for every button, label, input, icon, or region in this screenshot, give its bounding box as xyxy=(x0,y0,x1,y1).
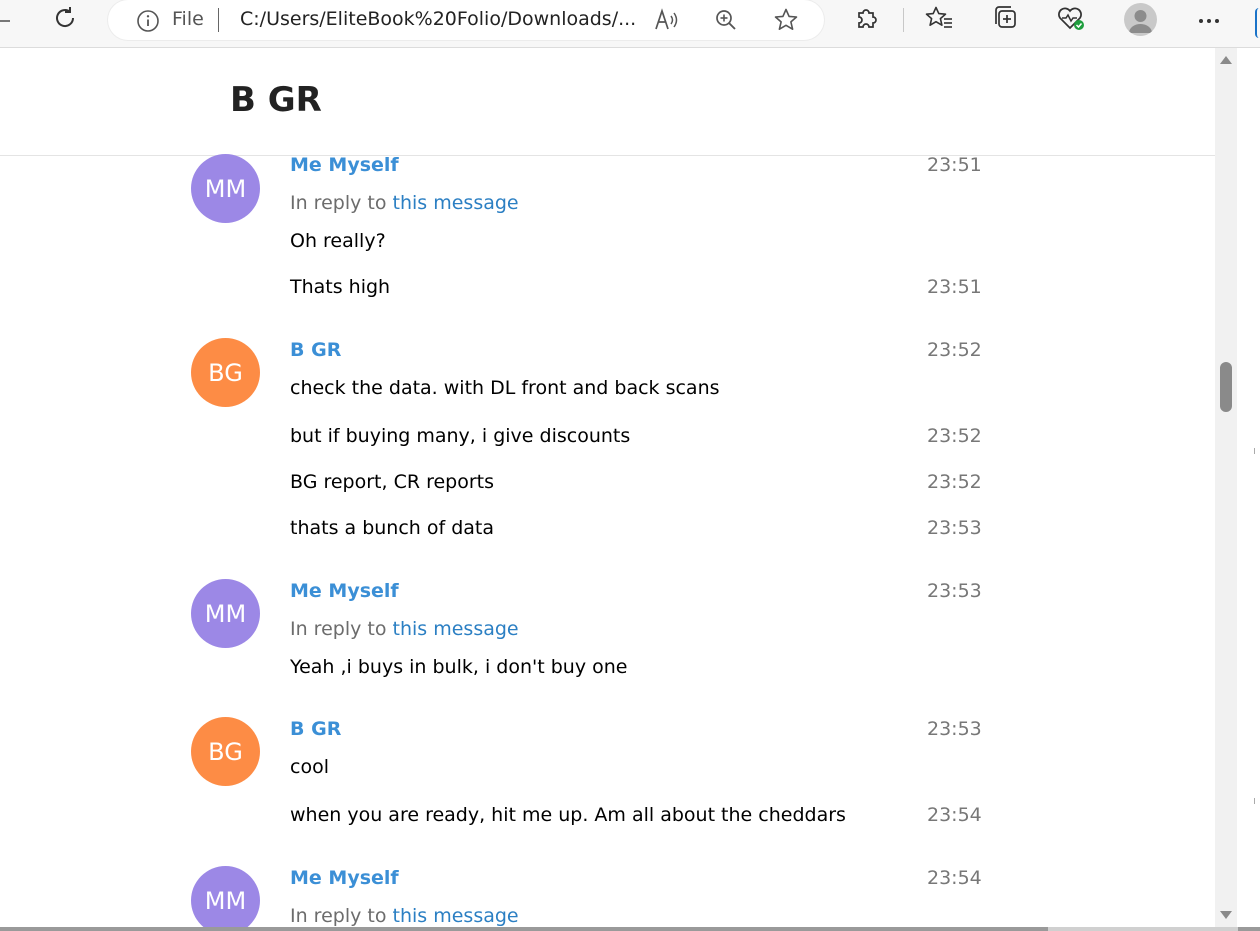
message-time: 23:54 xyxy=(927,804,982,826)
reply-link[interactable]: this message xyxy=(393,618,519,640)
extensions-icon xyxy=(854,5,880,35)
page-content: B GR MM Me Myself 23:51 In reply to this… xyxy=(0,48,1215,927)
chat-header: B GR xyxy=(0,48,1215,156)
sender-name[interactable]: Me Myself xyxy=(290,580,399,602)
scheme-label: File xyxy=(172,8,204,30)
refresh-button[interactable] xyxy=(48,6,82,34)
url-text[interactable]: C:/Users/EliteBook%20Folio/Downloads/... xyxy=(240,8,636,30)
browser-essentials-icon xyxy=(1056,4,1086,36)
extensions-button[interactable] xyxy=(850,6,884,34)
collections-icon xyxy=(991,4,1019,36)
sender-name[interactable]: B GR xyxy=(290,718,341,740)
collections-button[interactable] xyxy=(988,6,1022,34)
avatar: MM xyxy=(191,154,260,223)
zoom-icon[interactable] xyxy=(712,7,740,33)
page-title: B GR xyxy=(230,80,322,120)
favorites-button[interactable] xyxy=(922,6,956,34)
message-time: 23:52 xyxy=(927,339,982,361)
gutter-mark xyxy=(1254,798,1255,804)
reply-prefix: In reply to xyxy=(290,192,387,214)
avatar: BG xyxy=(191,338,260,407)
favorite-star-icon[interactable] xyxy=(772,7,800,33)
favorites-icon xyxy=(925,5,953,35)
browser-toolbar: File C:/Users/EliteBook%20Folio/Download… xyxy=(0,0,1260,48)
more-button[interactable] xyxy=(1192,6,1226,34)
scroll-down-arrow-icon[interactable] xyxy=(1220,911,1232,919)
message-time: 23:53 xyxy=(927,517,982,539)
message-time: 23:53 xyxy=(927,718,982,740)
message-text: Yeah ,i buys in bulk, i don't buy one xyxy=(290,656,628,678)
sender-name[interactable]: B GR xyxy=(290,339,341,361)
message-time: 23:53 xyxy=(927,580,982,602)
avatar: MM xyxy=(191,866,260,927)
message-text: Oh really? xyxy=(290,230,386,252)
profile-icon xyxy=(1124,10,1157,36)
message-text: when you are ready, hit me up. Am all ab… xyxy=(290,804,846,826)
sender-name[interactable]: Me Myself xyxy=(290,867,399,889)
message-time: 23:52 xyxy=(927,471,982,493)
scroll-up-arrow-icon[interactable] xyxy=(1220,56,1232,64)
reply-reference: In reply to this message xyxy=(290,618,519,640)
reply-link[interactable]: this message xyxy=(393,905,519,927)
reply-prefix: In reply to xyxy=(290,618,387,640)
reply-link[interactable]: this message xyxy=(393,192,519,214)
browser-essentials-button[interactable] xyxy=(1054,6,1088,34)
right-gutter xyxy=(1237,48,1260,927)
horizontal-scroll-track xyxy=(1048,927,1238,931)
message-text: cool xyxy=(290,756,329,778)
horizontal-scrollbar[interactable] xyxy=(0,927,1260,931)
reply-reference: In reply to this message xyxy=(290,192,519,214)
avatar: MM xyxy=(191,579,260,648)
sender-name[interactable]: Me Myself xyxy=(290,154,399,176)
reply-prefix: In reply to xyxy=(290,905,387,927)
message-text: thats a bunch of data xyxy=(290,517,495,539)
toolbar-divider xyxy=(903,8,904,32)
message-text: BG report, CR reports xyxy=(290,471,495,493)
address-bar[interactable]: File C:/Users/EliteBook%20Folio/Download… xyxy=(108,0,824,40)
vertical-scrollbar[interactable] xyxy=(1215,48,1237,927)
message-text: check the data. with DL front and back s… xyxy=(290,377,720,399)
profile-button[interactable] xyxy=(1124,3,1157,36)
avatar: BG xyxy=(191,717,260,786)
gutter-mark xyxy=(1254,448,1255,454)
message-time: 23:51 xyxy=(927,276,982,298)
message-text: but if buying many, i give discounts xyxy=(290,425,631,447)
back-button-edge[interactable] xyxy=(0,20,10,22)
message-time: 23:54 xyxy=(927,867,982,889)
message-text: Thats high xyxy=(290,276,391,298)
scroll-thumb[interactable] xyxy=(1220,362,1232,412)
reply-reference: In reply to this message xyxy=(290,905,519,927)
message-time: 23:52 xyxy=(927,425,982,447)
sidebar-edge-icon[interactable] xyxy=(1255,8,1260,38)
read-aloud-icon[interactable] xyxy=(652,7,680,33)
message-time: 23:51 xyxy=(927,154,982,176)
more-icon xyxy=(1197,11,1221,30)
address-separator xyxy=(218,8,219,32)
info-icon[interactable] xyxy=(136,9,160,37)
refresh-icon xyxy=(52,5,78,35)
